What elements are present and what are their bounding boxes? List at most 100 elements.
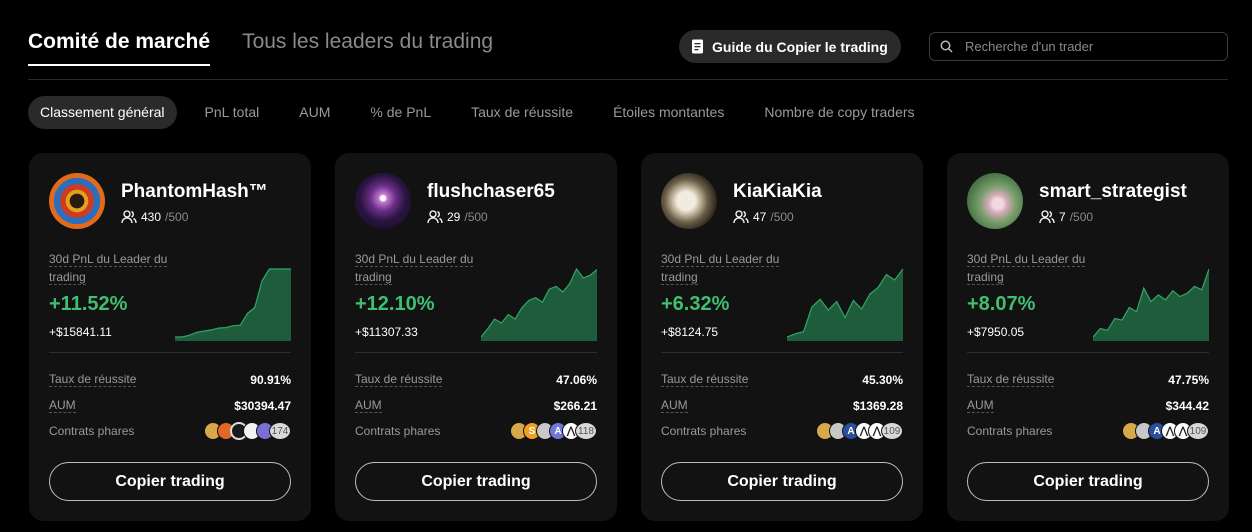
top-tabs: Comité de marché Tous les leaders du tra… <box>28 30 493 66</box>
avatar[interactable] <box>355 173 411 229</box>
contracts-label: Contrats phares <box>355 424 441 438</box>
aum-value: $1369.28 <box>852 398 903 413</box>
followers-count: 7/500 <box>1039 210 1093 224</box>
card-divider <box>355 352 597 353</box>
subtab-etoiles-montantes[interactable]: Étoiles montantes <box>593 96 744 129</box>
pnl-label: 30d PnL du Leader du trading <box>967 250 1107 286</box>
aum-value: $30394.47 <box>234 398 291 413</box>
followers-current: 430 <box>141 210 162 224</box>
aum-row: AUM $344.42 <box>967 398 1209 413</box>
sparkline-area <box>175 269 291 341</box>
users-icon <box>121 210 137 224</box>
subtab-nombre-copy-traders[interactable]: Nombre de copy traders <box>744 96 934 129</box>
aum-label: AUM <box>661 398 688 413</box>
copy-trading-button[interactable]: Copier trading <box>355 462 597 501</box>
avatar[interactable] <box>661 173 717 229</box>
contracts-row: Contrats phares A ⋀ ⋀ 109 <box>967 422 1209 440</box>
guide-copy-trading-button[interactable]: Guide du Copier le trading <box>679 30 901 63</box>
win-rate-row: Taux de réussite 45.30% <box>661 372 903 387</box>
subtab-pnl-pct[interactable]: % de PnL <box>350 96 451 129</box>
tab-comite-de-marche[interactable]: Comité de marché <box>28 30 211 66</box>
avatar[interactable] <box>967 173 1023 229</box>
aum-label: AUM <box>355 398 382 413</box>
search-icon <box>940 40 953 53</box>
subtab-taux-de-reussite[interactable]: Taux de réussite <box>451 96 593 129</box>
win-rate-label: Taux de réussite <box>967 372 1055 387</box>
document-icon <box>692 39 703 54</box>
trader-name[interactable]: smart_strategist <box>1039 181 1187 203</box>
more-contracts-count: 109 <box>881 422 903 440</box>
trader-card[interactable]: flushchaser65 29/500 30d PnL du Leader d… <box>335 153 617 521</box>
users-icon <box>1039 210 1055 224</box>
aum-value: $344.42 <box>1165 398 1209 413</box>
search-box <box>929 32 1228 61</box>
pnl-label-text: 30d PnL du Leader du trading <box>355 252 474 285</box>
followers-max: /500 <box>165 210 189 224</box>
card-divider <box>49 352 291 353</box>
more-contracts-count: 174 <box>269 422 291 440</box>
users-icon <box>427 210 443 224</box>
contracts-label: Contrats phares <box>49 424 135 438</box>
contracts-row: Contrats phares S A ⋀ 118 <box>355 422 597 440</box>
aum-value: $266.21 <box>553 398 597 413</box>
followers-count: 47/500 <box>733 210 794 224</box>
aum-label: AUM <box>49 398 76 413</box>
trader-name[interactable]: PhantomHash™ <box>121 181 268 203</box>
coin-list[interactable]: 174 <box>204 422 291 440</box>
win-rate-row: Taux de réussite 90.91% <box>49 372 291 387</box>
tab-tous-les-leaders[interactable]: Tous les leaders du trading <box>242 30 493 66</box>
users-icon <box>733 210 749 224</box>
trader-card[interactable]: KiaKiaKia 47/500 30d PnL du Leader du tr… <box>641 153 923 521</box>
copy-trading-button[interactable]: Copier trading <box>661 462 903 501</box>
more-contracts-count: 118 <box>575 422 597 440</box>
win-rate-label: Taux de réussite <box>661 372 749 387</box>
win-rate-row: Taux de réussite 47.75% <box>967 372 1209 387</box>
win-rate-value: 90.91% <box>250 372 291 387</box>
aum-row: AUM $1369.28 <box>661 398 903 413</box>
followers-current: 29 <box>447 210 461 224</box>
subtab-classement-general[interactable]: Classement général <box>28 96 177 129</box>
contracts-row: Contrats phares 174 <box>49 422 291 440</box>
ranking-filter-tabs: Classement général PnL total AUM % de Pn… <box>28 96 935 129</box>
followers-max: /500 <box>1069 210 1094 224</box>
win-rate-value: 45.30% <box>862 372 903 387</box>
followers-current: 7 <box>1059 210 1066 224</box>
win-rate-value: 47.06% <box>556 372 597 387</box>
win-rate-label: Taux de réussite <box>355 372 443 387</box>
pnl-label-text: 30d PnL du Leader du trading <box>967 252 1086 285</box>
followers-count: 29/500 <box>427 210 488 224</box>
copy-trading-button[interactable]: Copier trading <box>967 462 1209 501</box>
header-divider <box>28 79 1228 80</box>
subtab-aum[interactable]: AUM <box>279 96 350 129</box>
pnl-label: 30d PnL du Leader du trading <box>49 250 189 286</box>
coin-list[interactable]: S A ⋀ 118 <box>510 422 597 440</box>
trader-name[interactable]: KiaKiaKia <box>733 181 822 203</box>
card-divider <box>967 352 1209 353</box>
win-rate-row: Taux de réussite 47.06% <box>355 372 597 387</box>
coin-list[interactable]: A ⋀ ⋀ 109 <box>1122 422 1209 440</box>
subtab-pnl-total[interactable]: PnL total <box>185 96 280 129</box>
win-rate-label: Taux de réussite <box>49 372 137 387</box>
pnl-usd: +$15841.11 <box>49 325 112 339</box>
pnl-label-text: 30d PnL du Leader du trading <box>49 252 168 285</box>
pnl-label: 30d PnL du Leader du trading <box>661 250 801 286</box>
followers-max: /500 <box>770 210 794 224</box>
pnl-sparkline <box>787 268 903 341</box>
coin-list[interactable]: A ⋀ ⋀ 109 <box>816 422 903 440</box>
trader-card[interactable]: smart_strategist 7/500 30d PnL du Leader… <box>947 153 1229 521</box>
pnl-sparkline <box>1093 268 1209 341</box>
trader-name[interactable]: flushchaser65 <box>427 181 555 203</box>
contracts-label: Contrats phares <box>661 424 747 438</box>
aum-row: AUM $30394.47 <box>49 398 291 413</box>
pnl-label-text: 30d PnL du Leader du trading <box>661 252 780 285</box>
avatar[interactable] <box>49 173 105 229</box>
pnl-usd: +$11307.33 <box>355 325 418 339</box>
pnl-percent: +11.52% <box>49 293 128 315</box>
followers-max: /500 <box>464 210 488 224</box>
more-contracts-count: 109 <box>1187 422 1209 440</box>
followers-current: 47 <box>753 210 767 224</box>
trader-card[interactable]: PhantomHash™ 430/500 30d PnL du Leader d… <box>29 153 311 521</box>
aum-label: AUM <box>967 398 994 413</box>
copy-trading-button[interactable]: Copier trading <box>49 462 291 501</box>
search-input[interactable] <box>963 38 1207 55</box>
